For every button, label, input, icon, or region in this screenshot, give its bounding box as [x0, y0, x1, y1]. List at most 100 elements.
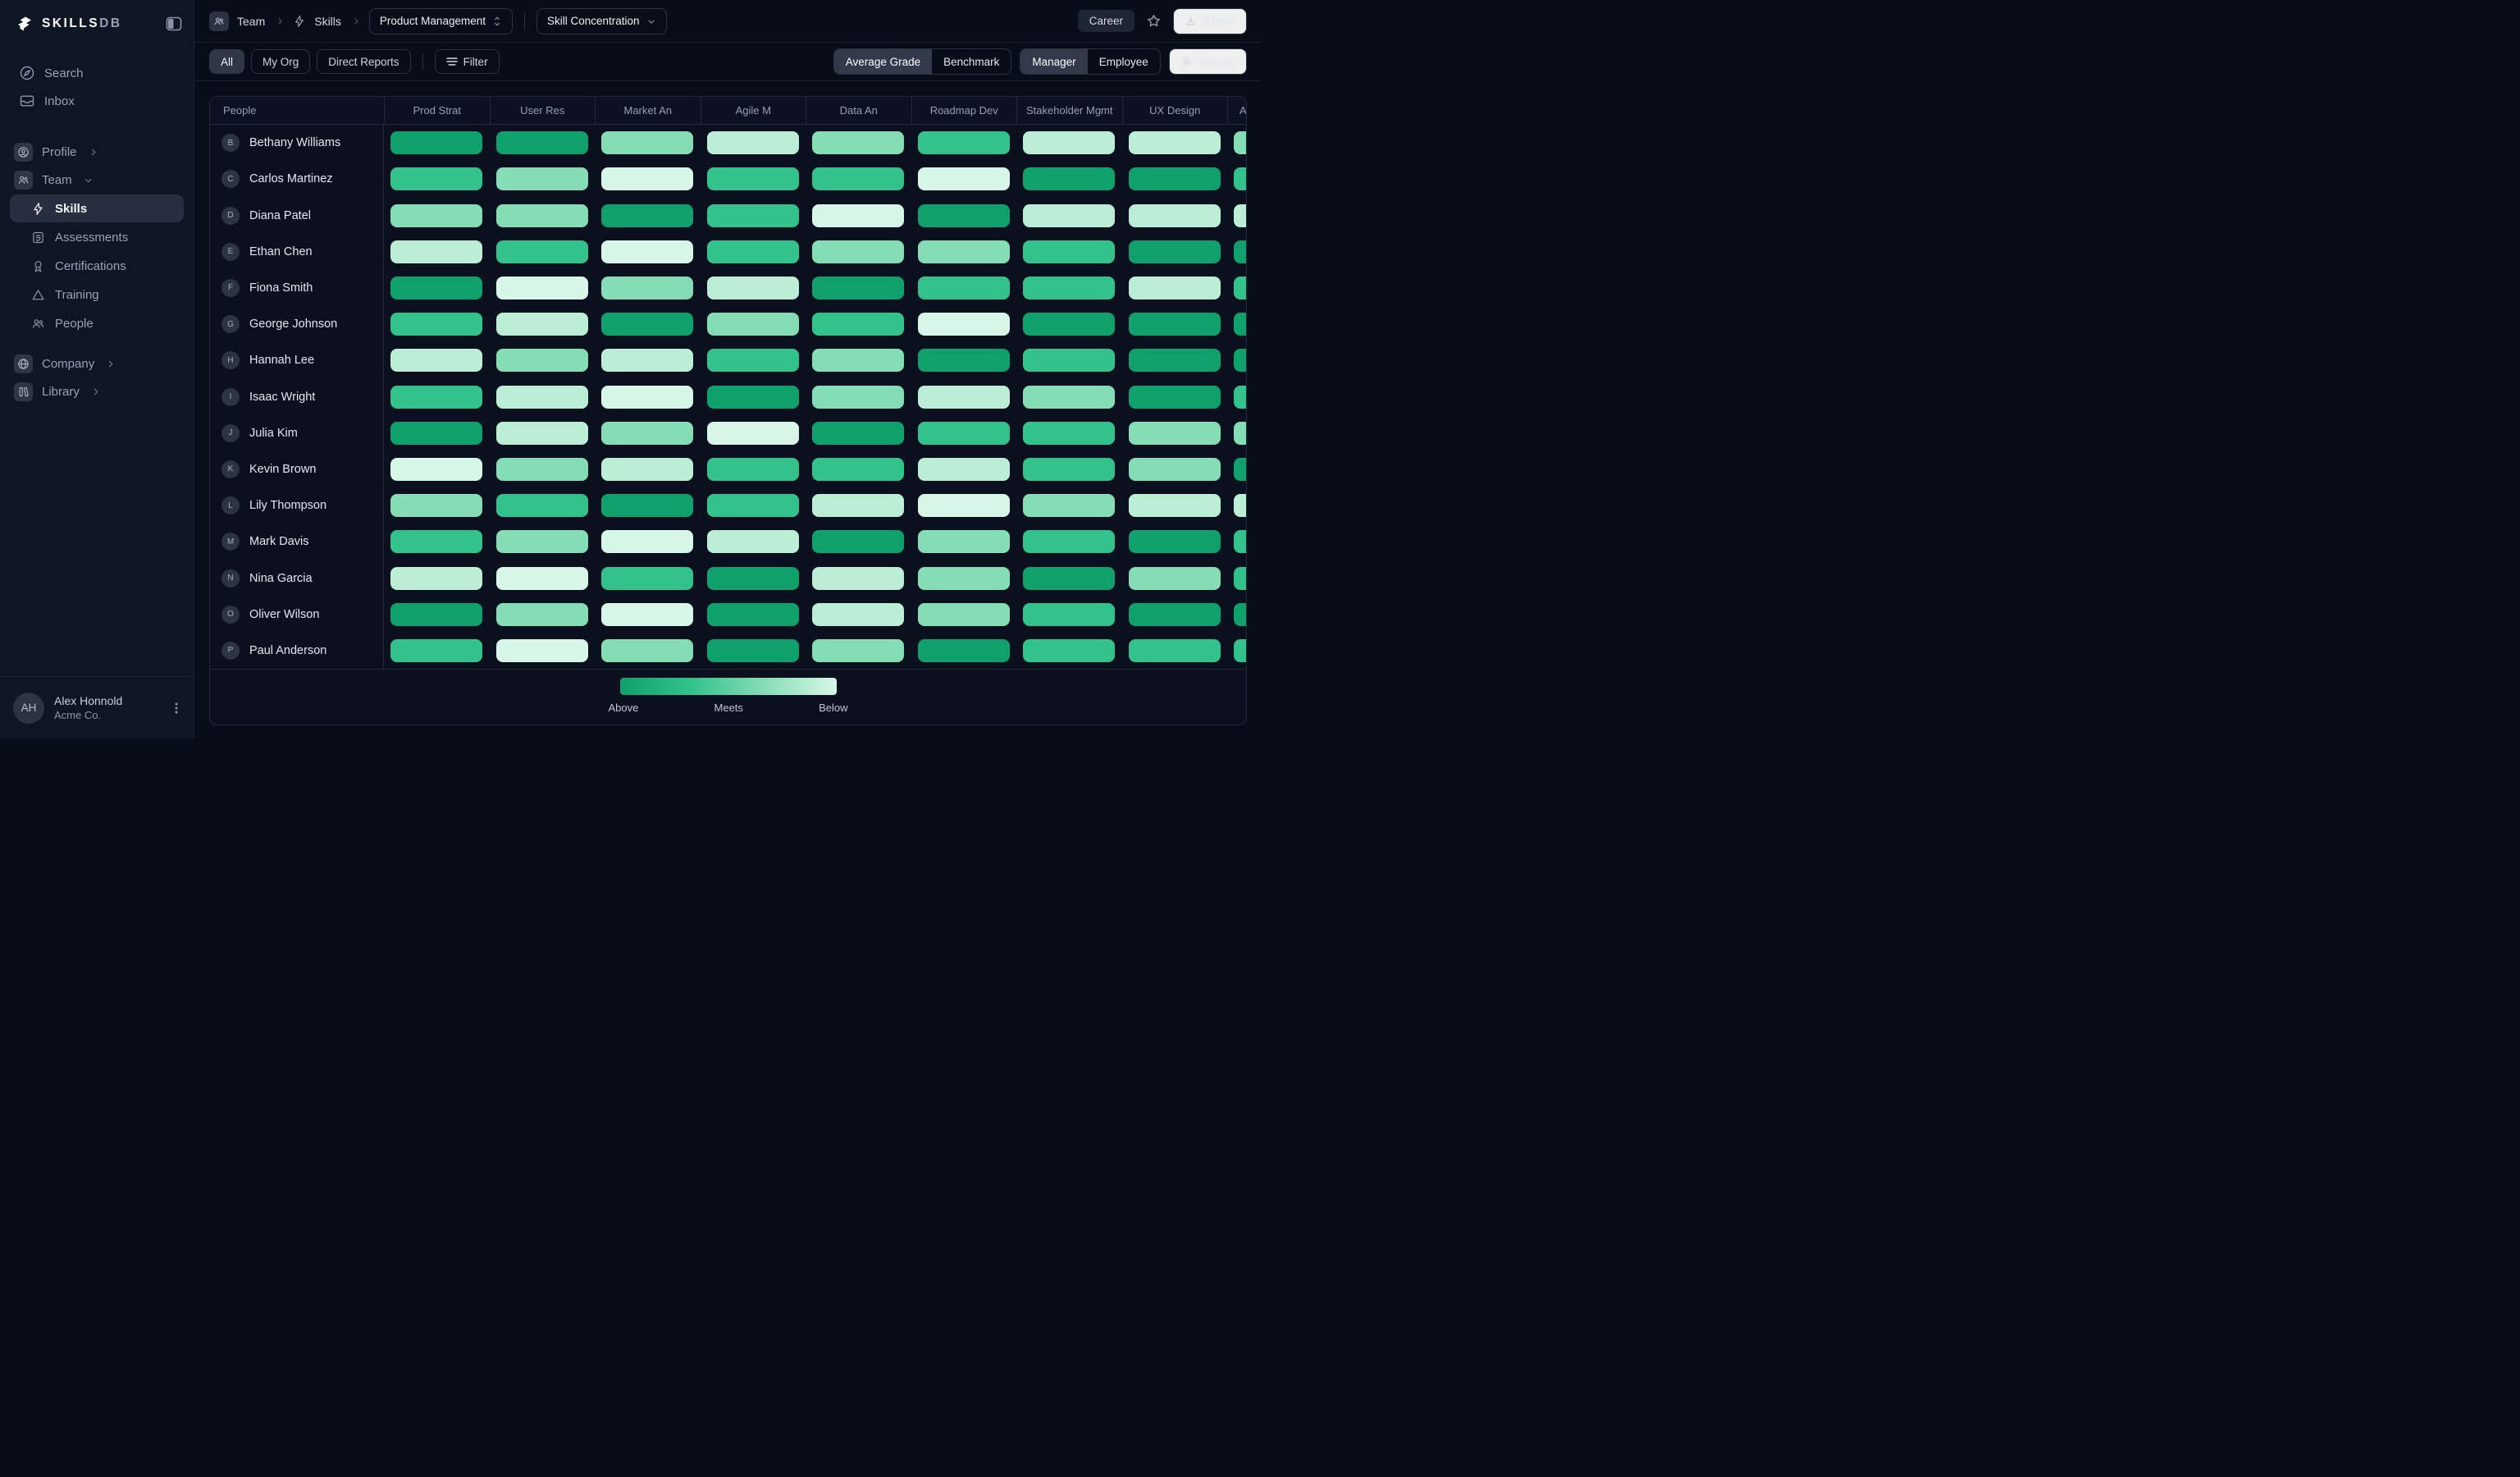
- skill-grade-bar[interactable]: [1234, 349, 1247, 372]
- skill-grade-bar[interactable]: [1023, 349, 1115, 372]
- skill-grade-bar[interactable]: [1023, 530, 1115, 553]
- skill-grade-bar[interactable]: [812, 167, 904, 190]
- skill-grade-bar[interactable]: [707, 277, 799, 300]
- skill-grade-bar[interactable]: [1129, 349, 1221, 372]
- skill-grade-bar[interactable]: [1023, 494, 1115, 517]
- column-header-a[interactable]: A: [1227, 97, 1247, 124]
- skill-grade-bar[interactable]: [918, 422, 1010, 445]
- skill-grade-bar[interactable]: [1129, 603, 1221, 626]
- skill-grade-bar[interactable]: [496, 131, 588, 154]
- skill-grade-bar[interactable]: [1234, 422, 1247, 445]
- skill-grade-bar[interactable]: [390, 204, 482, 227]
- skill-grade-bar[interactable]: [1023, 167, 1115, 190]
- skill-grade-bar[interactable]: [707, 240, 799, 263]
- skill-grade-bar[interactable]: [1129, 313, 1221, 336]
- skill-grade-bar[interactable]: [1129, 530, 1221, 553]
- star-icon[interactable]: [1146, 13, 1162, 29]
- skill-grade-bar[interactable]: [1023, 422, 1115, 445]
- sidebar-item-training[interactable]: Training: [10, 281, 184, 309]
- skill-grade-bar[interactable]: [1023, 458, 1115, 481]
- user-card[interactable]: AH Alex Honnold Acme Co.: [0, 676, 194, 738]
- table-row[interactable]: MMark Davis: [210, 524, 1246, 560]
- column-header-market-an[interactable]: Market An: [595, 97, 701, 124]
- skill-grade-bar[interactable]: [707, 422, 799, 445]
- skill-grade-bar[interactable]: [1234, 639, 1247, 662]
- skill-grade-bar[interactable]: [918, 567, 1010, 590]
- skill-grade-bar[interactable]: [707, 167, 799, 190]
- skill-grade-bar[interactable]: [496, 349, 588, 372]
- skill-grade-bar[interactable]: [812, 204, 904, 227]
- column-header-stakeholder-mgmt[interactable]: Stakeholder Mgmt: [1016, 97, 1122, 124]
- skill-grade-bar[interactable]: [707, 494, 799, 517]
- role-toggle-employee[interactable]: Employee: [1088, 49, 1160, 74]
- skill-grade-bar[interactable]: [812, 277, 904, 300]
- skill-grade-bar[interactable]: [1234, 458, 1247, 481]
- table-row[interactable]: NNina Garcia: [210, 560, 1246, 596]
- skill-grade-bar[interactable]: [496, 167, 588, 190]
- skill-grade-bar[interactable]: [1234, 167, 1247, 190]
- skill-grade-bar[interactable]: [812, 639, 904, 662]
- skill-grade-bar[interactable]: [918, 349, 1010, 372]
- skill-grade-bar[interactable]: [601, 386, 693, 409]
- skill-grade-bar[interactable]: [601, 240, 693, 263]
- skill-grade-bar[interactable]: [390, 386, 482, 409]
- table-row[interactable]: FFiona Smith: [210, 270, 1246, 306]
- scope-tab-all[interactable]: All: [209, 49, 244, 74]
- skill-grade-bar[interactable]: [1129, 386, 1221, 409]
- skill-grade-bar[interactable]: [601, 567, 693, 590]
- column-header-user-res[interactable]: User Res: [490, 97, 596, 124]
- column-header-roadmap-dev[interactable]: Roadmap Dev: [911, 97, 1017, 124]
- skill-grade-bar[interactable]: [601, 639, 693, 662]
- skill-grade-bar[interactable]: [1234, 603, 1247, 626]
- skill-grade-bar[interactable]: [812, 240, 904, 263]
- sidebar-item-inbox[interactable]: Inbox: [0, 87, 194, 115]
- skill-grade-bar[interactable]: [601, 530, 693, 553]
- skill-grade-bar[interactable]: [601, 349, 693, 372]
- skill-grade-bar[interactable]: [812, 422, 904, 445]
- table-row[interactable]: GGeorge Johnson: [210, 306, 1246, 342]
- skill-grade-bar[interactable]: [1023, 240, 1115, 263]
- skill-grade-bar[interactable]: [812, 567, 904, 590]
- skill-grade-bar[interactable]: [390, 567, 482, 590]
- skill-grade-bar[interactable]: [496, 386, 588, 409]
- skill-grade-bar[interactable]: [918, 204, 1010, 227]
- skill-grade-bar[interactable]: [918, 530, 1010, 553]
- skill-grade-bar[interactable]: [390, 639, 482, 662]
- skill-grade-bar[interactable]: [918, 494, 1010, 517]
- skill-grade-bar[interactable]: [390, 603, 482, 626]
- skill-grade-bar[interactable]: [918, 458, 1010, 481]
- column-header-agile-m[interactable]: Agile M: [701, 97, 806, 124]
- skill-grade-bar[interactable]: [1129, 422, 1221, 445]
- column-header-ux-design[interactable]: UX Design: [1122, 97, 1228, 124]
- skill-grade-bar[interactable]: [918, 603, 1010, 626]
- sidebar-item-people[interactable]: People: [10, 309, 184, 337]
- skill-grade-bar[interactable]: [918, 167, 1010, 190]
- skill-grade-bar[interactable]: [918, 639, 1010, 662]
- sidebar-item-profile[interactable]: Profile: [0, 138, 194, 166]
- sidebar-item-library[interactable]: Library: [0, 377, 194, 405]
- skill-grade-bar[interactable]: [496, 603, 588, 626]
- skill-grade-bar[interactable]: [918, 240, 1010, 263]
- skill-grade-bar[interactable]: [390, 349, 482, 372]
- skill-grade-bar[interactable]: [601, 204, 693, 227]
- table-row[interactable]: PPaul Anderson: [210, 633, 1246, 669]
- skill-grade-bar[interactable]: [1234, 240, 1247, 263]
- skill-grade-bar[interactable]: [1129, 204, 1221, 227]
- table-row[interactable]: JJulia Kim: [210, 415, 1246, 451]
- breadcrumb-skills[interactable]: Skills: [314, 15, 341, 28]
- skill-grade-bar[interactable]: [918, 313, 1010, 336]
- table-row[interactable]: KKevin Brown: [210, 451, 1246, 487]
- skill-grade-bar[interactable]: [707, 349, 799, 372]
- column-header-people[interactable]: People: [210, 97, 384, 124]
- skill-grade-bar[interactable]: [1023, 603, 1115, 626]
- skill-grade-bar[interactable]: [812, 603, 904, 626]
- table-row[interactable]: CCarlos Martinez: [210, 161, 1246, 197]
- skill-grade-bar[interactable]: [390, 422, 482, 445]
- skill-grade-bar[interactable]: [707, 458, 799, 481]
- skill-grade-bar[interactable]: [812, 349, 904, 372]
- skill-grade-bar[interactable]: [1129, 167, 1221, 190]
- skill-grade-bar[interactable]: [1023, 639, 1115, 662]
- skill-grade-bar[interactable]: [601, 603, 693, 626]
- skill-grade-bar[interactable]: [496, 458, 588, 481]
- scope-tab-direct-reports[interactable]: Direct Reports: [317, 49, 410, 74]
